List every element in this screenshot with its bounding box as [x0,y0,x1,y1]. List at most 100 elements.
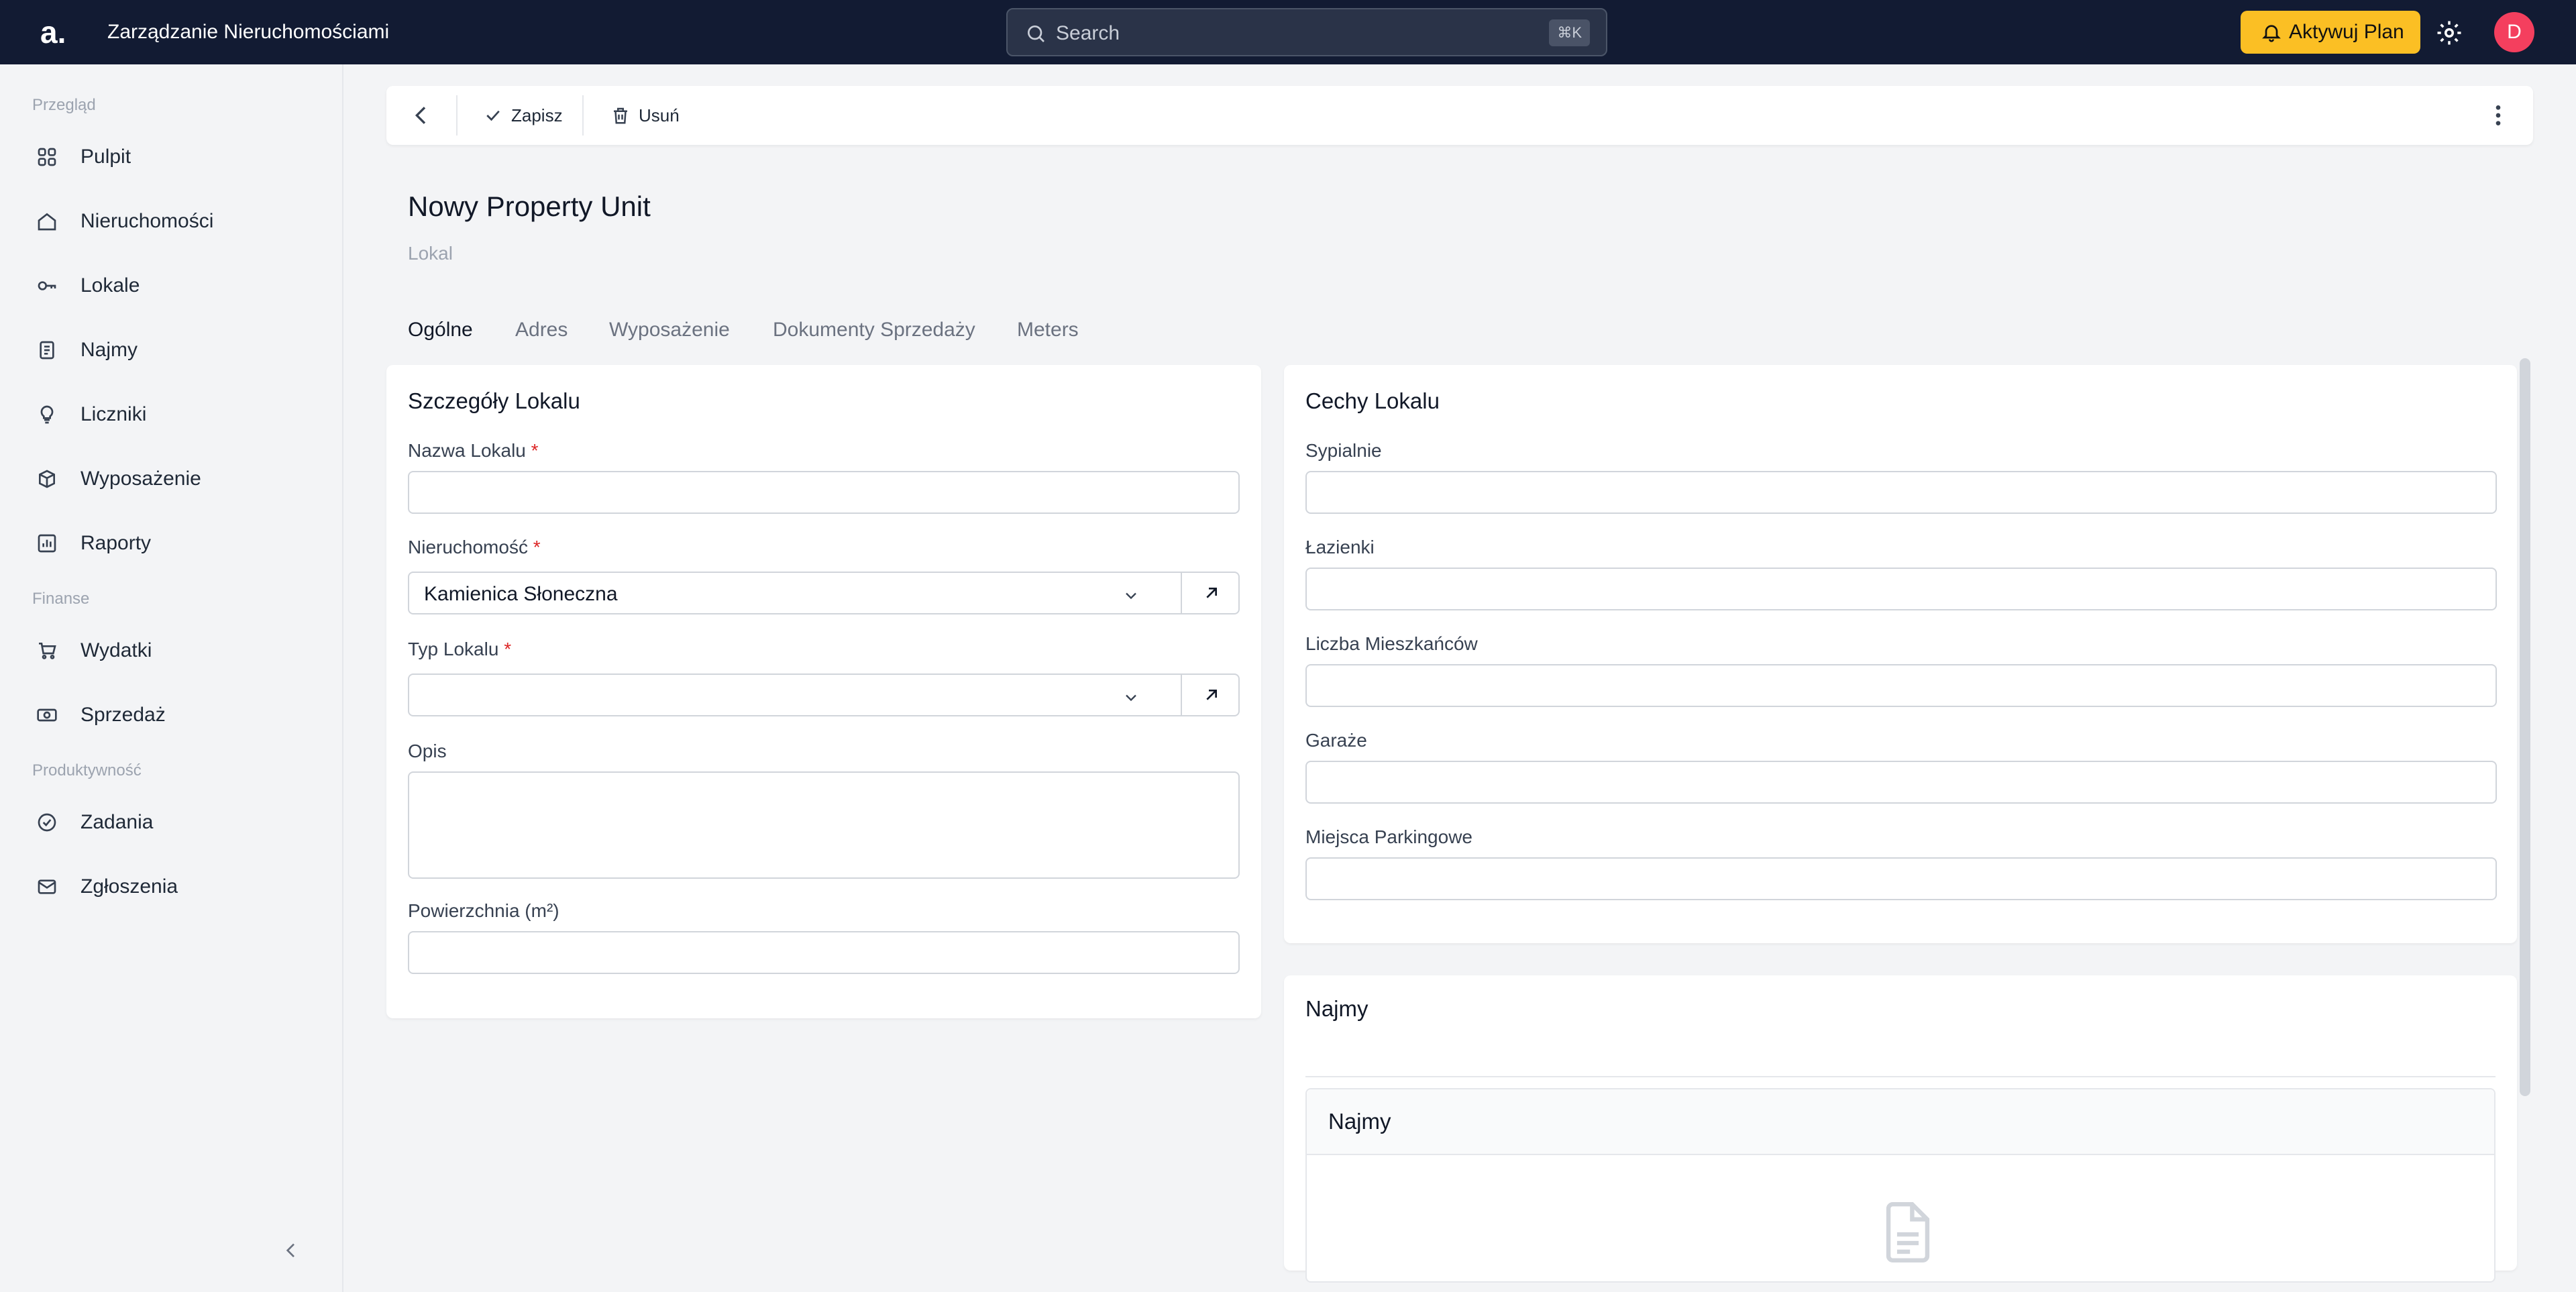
empty-document-icon [1886,1202,1930,1262]
leases-card: Najmy Najmy [1284,975,2517,1283]
activate-plan-label: Aktywuj Plan [2289,21,2404,43]
sidebar-item-label: Wydatki [80,639,152,661]
page-scrollbar[interactable] [2520,358,2530,1096]
sidebar-item-label: Nieruchomości [80,210,214,232]
save-button-label: Zapisz [511,105,563,125]
divider [1305,1076,2496,1077]
toolbar-divider [456,95,458,136]
unit-type-select[interactable] [408,674,1240,716]
cash-icon [37,708,57,722]
unit-type-label: Typ Lokalu * [408,637,511,661]
back-arrow-icon[interactable] [408,102,435,129]
chevron-down-icon [1126,592,1136,600]
sidebar-section-finance: Finanse [32,590,90,608]
sidebar-section-productivity: Produktywność [32,761,142,779]
card-title: Szczegóły Lokalu [408,388,580,413]
cart-icon [39,643,56,659]
unit-features-card: Cechy Lokalu Sypialnie Łazienki Liczba M… [1284,365,2517,943]
check-icon [486,110,500,121]
search-input[interactable]: Search ⌘K [1006,8,1607,56]
sidebar-item-properties[interactable]: Nieruchomości [19,196,325,247]
sidebar-item-dashboard[interactable]: Pulpit [19,131,325,182]
tab-general[interactable]: Ogólne [408,315,473,345]
collapse-sidebar-icon[interactable] [280,1237,302,1264]
bell-icon [2262,25,2281,42]
user-avatar[interactable]: D [2494,12,2534,52]
tab-address[interactable]: Adres [515,315,568,345]
sidebar-item-label: Sprzedaż [80,704,166,726]
card-title: Najmy [1305,996,1368,1021]
bathrooms-input[interactable] [1305,568,2497,610]
bedrooms-label: Sypialnie [1305,440,1382,461]
lightbulb-icon [40,405,54,424]
field-label-text: Nazwa Lokalu [408,440,526,461]
sidebar-item-label: Lokale [80,274,140,297]
sidebar-item-meters[interactable]: Liczniki [19,389,325,440]
leases-panel: Najmy [1305,1088,2496,1283]
form-toolbar: Zapisz Usuń [386,86,2533,145]
page-subtitle: Lokal [408,243,453,264]
dashboard-icon [38,148,56,166]
search-placeholder: Search [1056,22,1120,44]
sidebar-item-leases[interactable]: Najmy [19,325,325,376]
chart-icon [38,534,56,553]
garages-label: Garaże [1305,730,1367,751]
garages-input[interactable] [1305,761,2497,804]
unit-details-card: Szczegóły Lokalu Nazwa Lokalu * Nierucho… [386,365,1261,1018]
unit-name-label: Nazwa Lokalu * [408,439,539,463]
sidebar-item-label: Zadania [80,811,154,833]
sidebar-item-label: Najmy [80,339,138,361]
save-button[interactable]: Zapisz [483,101,563,130]
parking-spots-label: Miejsca Parkingowe [1305,826,1472,847]
activate-plan-button[interactable]: Aktywuj Plan [2241,11,2420,54]
check-circle-icon [38,813,56,832]
sidebar-item-tasks[interactable]: Zadania [19,797,325,848]
sidebar-item-equipment[interactable]: Wyposażenie [19,453,325,504]
parking-spots-input[interactable] [1305,857,2497,900]
delete-button[interactable]: Usuń [610,101,680,130]
gear-icon[interactable] [2435,19,2463,47]
required-marker: * [531,440,539,461]
description-textarea[interactable] [408,771,1240,879]
page-title: Nowy Property Unit [408,191,651,222]
property-label: Nieruchomość * [408,535,541,559]
sidebar-item-label: Raporty [80,532,152,554]
occupants-input[interactable] [1305,664,2497,707]
search-shortcut-badge: ⌘K [1549,19,1590,46]
sidebar-item-reports[interactable]: Raporty [19,518,325,569]
app-logo[interactable]: a. [40,12,66,52]
occupants-label: Liczba Mieszkańców [1305,633,1478,654]
field-label-text: Typ Lokalu [408,639,499,659]
required-marker: * [504,639,512,659]
tab-equipment[interactable]: Wyposażenie [609,315,730,345]
area-input[interactable] [408,931,1240,974]
tab-meters[interactable]: Meters [1017,315,1079,345]
home-icon [38,213,56,231]
sidebar-item-sales[interactable]: Sprzedaż [19,690,325,741]
toolbar-divider [582,95,584,136]
sidebar: Przegląd Pulpit Nieruchomości Lokale Naj… [0,64,343,1292]
area-label: Powierzchnia (m²) [408,900,559,921]
document-icon [40,341,54,360]
required-marker: * [533,537,541,557]
more-options-icon[interactable] [2485,102,2512,129]
description-label: Opis [408,741,447,761]
bathrooms-label: Łazienki [1305,537,1375,557]
bedrooms-input[interactable] [1305,471,2497,514]
open-unit-type-button[interactable] [1181,674,1240,716]
unit-name-input[interactable] [408,471,1240,514]
sidebar-item-label: Wyposażenie [80,468,201,490]
open-property-button[interactable] [1181,572,1240,614]
box-icon [39,470,55,488]
sidebar-item-units[interactable]: Lokale [19,260,325,311]
sidebar-item-tickets[interactable]: Zgłoszenia [19,861,325,912]
sidebar-item-expenses[interactable]: Wydatki [19,625,325,676]
sidebar-item-label: Pulpit [80,146,131,168]
sidebar-item-label: Liczniki [80,403,147,425]
leases-panel-title: Najmy [1328,1109,1391,1134]
key-icon [38,281,56,290]
tab-sales-documents[interactable]: Dokumenty Sprzedaży [773,315,975,345]
property-select[interactable]: Kamienica Słoneczna [408,572,1240,614]
chevron-down-icon [1126,694,1136,702]
search-icon [1028,25,1044,42]
